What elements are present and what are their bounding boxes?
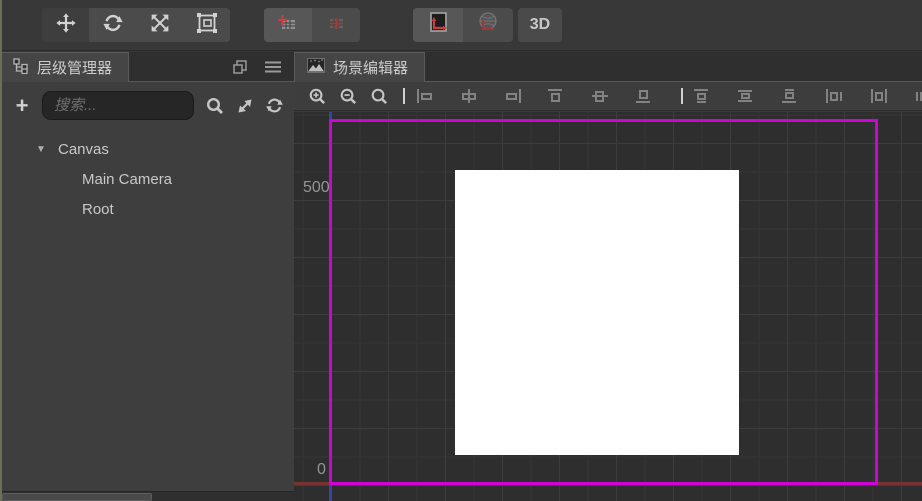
align-left-icon[interactable] [415, 88, 435, 104]
world-coordinate-icon [475, 10, 501, 41]
transform-tool-group [42, 8, 230, 42]
chevron-down-icon[interactable]: ▼ [36, 144, 48, 155]
coordinate-tool-group [413, 8, 513, 42]
move-icon [55, 12, 77, 39]
scene-panel-header: 场景编辑器 [294, 52, 922, 82]
distribute-bottom-icon[interactable] [781, 88, 801, 104]
local-coordinate-button[interactable] [413, 8, 463, 42]
main-toolbar: 3D [0, 0, 922, 51]
scene-panel: 场景编辑器 [294, 52, 922, 501]
ruler-label-500: 500 [303, 179, 330, 197]
scene-toolbar [294, 82, 922, 111]
menu-icon[interactable] [264, 60, 282, 74]
tree-node-label: Main Camera [82, 171, 172, 188]
move-tool-button[interactable] [42, 8, 89, 42]
distribute-left-icon[interactable] [825, 88, 845, 104]
hierarchy-panel: 层级管理器 + ▼ Canvas Mai [0, 52, 294, 501]
zoom-in-icon[interactable] [308, 87, 327, 106]
scale-tool-button[interactable] [136, 8, 183, 42]
pivot-center-button[interactable] [312, 8, 360, 42]
rect-transform-tool-button[interactable] [183, 8, 230, 42]
panel-area: 层级管理器 + ▼ Canvas Mai [0, 52, 922, 501]
pivot-position-icon [276, 11, 300, 40]
pivot-tool-group [264, 8, 360, 42]
hierarchy-header-icons [232, 52, 282, 82]
zoom-out-icon[interactable] [339, 87, 358, 106]
add-node-button[interactable]: + [13, 97, 31, 115]
scene-icon [307, 58, 325, 77]
window-edge [0, 0, 2, 501]
hierarchy-icon [13, 58, 29, 78]
clone-panel-icon[interactable] [232, 59, 248, 75]
align-hcenter-icon[interactable] [459, 88, 479, 104]
tree-node-label: Canvas [58, 141, 109, 158]
search-icon[interactable] [205, 96, 225, 116]
rect-transform-icon [195, 11, 219, 40]
distribute-top-icon[interactable] [693, 88, 713, 104]
align-bottom-icon[interactable] [635, 88, 655, 104]
tab-scene[interactable]: 场景编辑器 [294, 52, 425, 82]
align-right-icon[interactable] [503, 88, 523, 104]
tree-node-root[interactable]: Root [0, 194, 294, 224]
pivot-center-icon [324, 11, 348, 40]
expand-icon[interactable] [236, 97, 254, 115]
hierarchy-panel-header: 层级管理器 [0, 52, 294, 82]
local-coordinate-icon [425, 10, 451, 41]
tab-hierarchy-label: 层级管理器 [37, 57, 112, 78]
tab-scene-label: 场景编辑器 [333, 57, 408, 78]
tree-node-label: Root [82, 201, 114, 218]
tab-hierarchy[interactable]: 层级管理器 [0, 52, 129, 82]
toolbar-separator [681, 88, 683, 104]
pivot-position-button[interactable] [264, 8, 312, 42]
tree-node-main-camera[interactable]: Main Camera [0, 164, 294, 194]
world-coordinate-button[interactable] [463, 8, 513, 42]
distribute-right-icon[interactable] [913, 88, 922, 104]
hierarchy-tree: ▼ Canvas Main Camera Root [0, 134, 294, 224]
view-mode-3d-button[interactable]: 3D [518, 8, 562, 42]
distribute-vcenter-icon[interactable] [737, 88, 757, 104]
scrollbar-thumb[interactable] [2, 493, 152, 501]
hierarchy-horizontal-scrollbar[interactable] [0, 491, 294, 501]
align-vcenter-icon[interactable] [591, 88, 611, 104]
toolbar-separator [403, 88, 405, 104]
scale-icon [150, 13, 170, 38]
zoom-reset-icon[interactable] [370, 87, 389, 106]
hierarchy-toolbar: + [0, 82, 294, 124]
ruler-label-0: 0 [317, 461, 326, 479]
tree-node-canvas[interactable]: ▼ Canvas [0, 134, 294, 164]
search-input[interactable] [42, 91, 194, 120]
distribute-hcenter-icon[interactable] [869, 88, 889, 104]
align-top-icon[interactable] [547, 88, 567, 104]
refresh-icon[interactable] [265, 96, 284, 115]
canvas-content-node[interactable] [455, 170, 739, 455]
rotate-tool-button[interactable] [89, 8, 136, 42]
rotate-icon [102, 12, 124, 39]
y-axis-line [329, 484, 332, 501]
scene-viewport[interactable]: 500 0 [294, 112, 922, 501]
editor-window: 3D 层级管理器 + [0, 0, 922, 501]
